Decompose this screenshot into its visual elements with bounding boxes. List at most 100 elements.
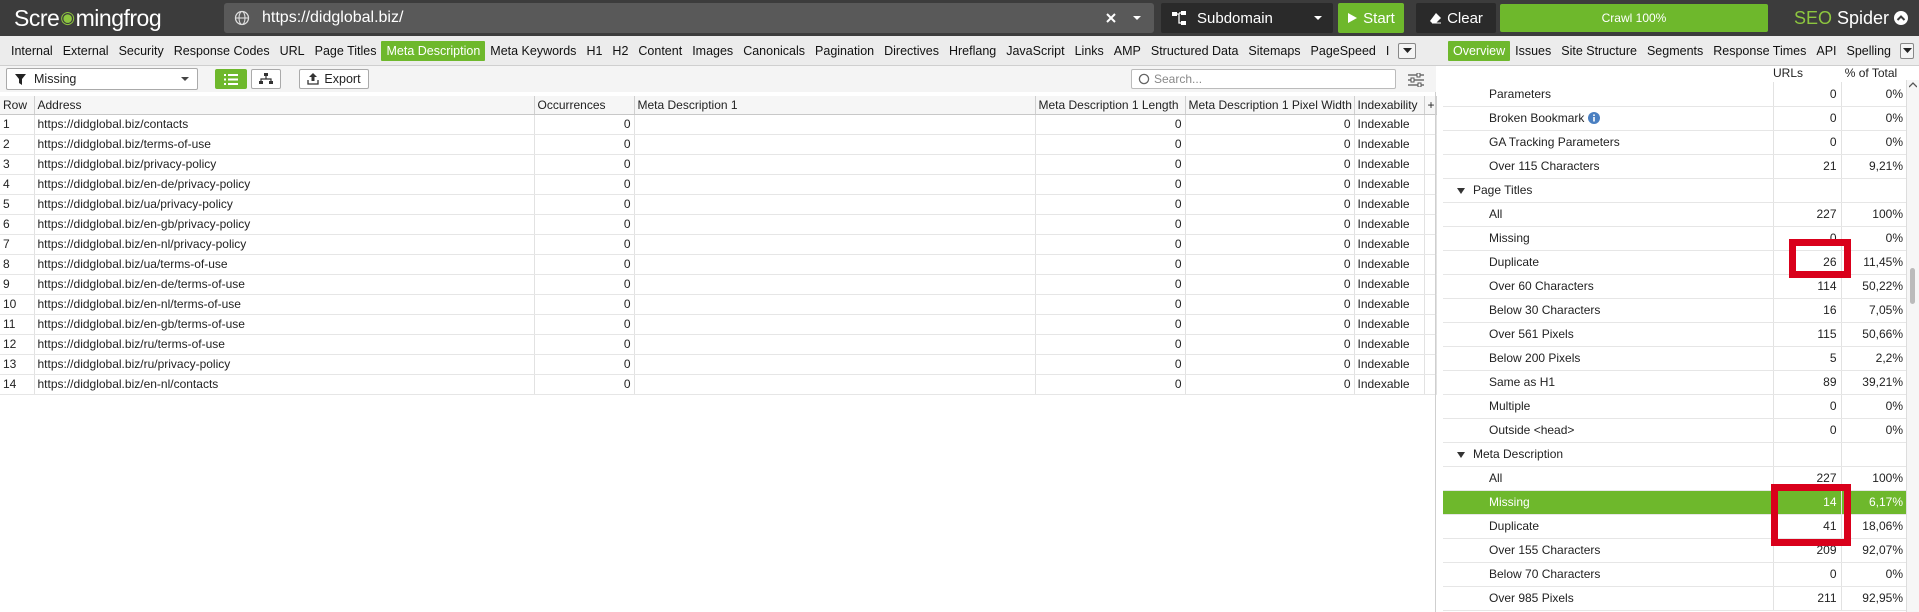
overview-item[interactable]: Broken Bookmark 0 0%	[1443, 106, 1906, 131]
overview-section-meta-description[interactable]: Meta Description	[1443, 442, 1906, 467]
tab-javascript[interactable]: JavaScript	[1001, 41, 1069, 61]
table-row[interactable]: 2 https://didglobal.biz/terms-of-use 0 0 0 In…	[0, 134, 1437, 155]
overview-item[interactable]: Over 115 Characters 21 9,21%	[1443, 154, 1906, 179]
table-row[interactable]: 12 https://didglobal.biz/ru/terms-of-use 0…	[0, 334, 1437, 355]
tabs-overflow-button[interactable]	[1398, 43, 1417, 59]
overview-item[interactable]: GA Tracking Parameters 0 0%	[1443, 130, 1906, 155]
table-row[interactable]: 9 https://didglobal.biz/en-de/terms-of-us…	[0, 274, 1437, 295]
overview-item[interactable]: Below 200 Pixels 5 2,2%	[1443, 346, 1906, 371]
url-bar[interactable]: https://didglobal.biz/	[224, 3, 1154, 33]
side-tab-spelling[interactable]: Spelling	[1842, 41, 1896, 61]
tab-links[interactable]: Links	[1070, 41, 1109, 61]
tab-content[interactable]: Content	[633, 41, 687, 61]
tab-amp[interactable]: AMP	[1109, 41, 1146, 61]
clear-url-icon[interactable]	[1104, 11, 1118, 25]
table-row[interactable]: 11 https://didglobal.biz/en-gb/terms-of-u…	[0, 314, 1437, 335]
column-header-occurrences[interactable]: Occurrences	[534, 96, 635, 115]
side-tab-overview[interactable]: Overview	[1448, 41, 1511, 61]
clear-button[interactable]: Clear	[1416, 3, 1496, 33]
tab-hreflang[interactable]: Hreflang	[944, 41, 1001, 61]
scroll-thumb[interactable]	[1910, 268, 1915, 304]
tab-directives[interactable]: Directives	[879, 41, 944, 61]
tab-sitemaps[interactable]: Sitemaps	[1243, 41, 1305, 61]
table-row[interactable]: 6 https://didglobal.biz/en-gb/privacy-pol…	[0, 214, 1437, 235]
tab-pagination[interactable]: Pagination	[810, 41, 879, 61]
tab-internal[interactable]: Internal	[6, 41, 58, 61]
urls-column-header[interactable]: URLs	[1773, 66, 1819, 80]
overview-item[interactable]: All 227 100%	[1443, 202, 1906, 227]
table-row[interactable]: 14 https://didglobal.biz/en-nl/contacts 0 0…	[0, 374, 1437, 395]
tab-url[interactable]: URL	[275, 41, 310, 61]
tab-page-titles[interactable]: Page Titles	[310, 41, 382, 61]
url-history-dropdown-icon[interactable]	[1132, 14, 1142, 22]
tab-external[interactable]: External	[58, 41, 114, 61]
table-row[interactable]: 7 https://didglobal.biz/en-nl/privacy-pol…	[0, 234, 1437, 255]
export-button[interactable]: Export	[299, 69, 369, 89]
column-header-meta-description-1[interactable]: Meta Description 1	[634, 96, 1036, 115]
tab-canonicals[interactable]: Canonicals	[738, 41, 810, 61]
search-input[interactable]	[1154, 72, 1395, 86]
tab-meta-description[interactable]: Meta Description	[381, 41, 486, 61]
side-tab-segments[interactable]: Segments	[1642, 41, 1708, 61]
filter-settings-icon[interactable]	[1408, 73, 1424, 87]
expand-caret-icon[interactable]	[1457, 451, 1465, 458]
scroll-up-icon[interactable]	[1909, 82, 1917, 88]
cell-address: https://didglobal.biz/en-de/terms-of-use	[34, 274, 535, 295]
tree-view-button[interactable]	[251, 69, 281, 89]
overview-item[interactable]: Multiple 0 0%	[1443, 394, 1906, 419]
crawl-mode-select[interactable]: Subdomain	[1161, 3, 1333, 33]
table-row[interactable]: 8 https://didglobal.biz/ua/terms-of-use 0 0…	[0, 254, 1437, 275]
tab-structured-data[interactable]: Structured Data	[1146, 41, 1244, 61]
table-row[interactable]: 5 https://didglobal.biz/ua/privacy-policy…	[0, 194, 1437, 215]
overview-item[interactable]: Over 561 Pixels 115 50,66%	[1443, 322, 1906, 347]
list-view-button[interactable]	[215, 69, 247, 89]
pct-column-header[interactable]: % of Total	[1836, 66, 1906, 80]
info-icon[interactable]	[1588, 112, 1601, 124]
cell-meta-description-1	[634, 254, 1036, 275]
column-header-row[interactable]: Row	[0, 96, 35, 115]
tab-h1[interactable]: H1	[581, 41, 607, 61]
pane-splitter[interactable]	[1435, 92, 1436, 612]
overview-item-percent: 100%	[1841, 202, 1906, 227]
filter-select[interactable]: Missing	[6, 68, 198, 90]
item-name: Over 985 Pixels	[1489, 591, 1574, 605]
column-header-indexability[interactable]: Indexability	[1354, 96, 1425, 115]
tab-security[interactable]: Security	[114, 41, 169, 61]
url-text[interactable]: https://didglobal.biz/	[262, 9, 1104, 27]
tab-response-codes[interactable]: Response Codes	[169, 41, 275, 61]
overview-item[interactable]: Below 30 Characters 16 7,05%	[1443, 298, 1906, 323]
tab-meta-keywords[interactable]: Meta Keywords	[485, 41, 581, 61]
overview-item[interactable]: Same as H1 89 39,21%	[1443, 370, 1906, 395]
overview-item[interactable]: Parameters 0 0%	[1443, 82, 1906, 107]
cell-meta-description-1-pixel-width: 0	[1185, 154, 1355, 175]
table-row[interactable]: 3 https://didglobal.biz/privacy-policy 0 0 0…	[0, 154, 1437, 175]
overview-section-page-titles[interactable]: Page Titles	[1443, 178, 1906, 203]
tab-pagespeed[interactable]: PageSpeed	[1306, 41, 1381, 61]
overview-item[interactable]: Over 985 Pixels 211 92,95%	[1443, 586, 1906, 611]
tab-i[interactable]: I	[1381, 41, 1394, 61]
table-row[interactable]: 1 https://didglobal.biz/contacts 0 0 0 Indexa…	[0, 114, 1437, 135]
start-button[interactable]: Start	[1338, 3, 1404, 33]
tab-h2[interactable]: H2	[607, 41, 633, 61]
list-view-icon	[224, 73, 238, 85]
expand-caret-icon[interactable]	[1457, 187, 1465, 194]
side-tab-site-structure[interactable]: Site Structure	[1556, 41, 1642, 61]
side-tab-issues[interactable]: Issues	[1510, 41, 1556, 61]
tab-images[interactable]: Images	[687, 41, 738, 61]
table-row[interactable]: 10 https://didglobal.biz/en-nl/terms-of-u…	[0, 294, 1437, 315]
overview-item[interactable]: Outside <head> 0 0%	[1443, 418, 1906, 443]
collapse-icon[interactable]	[1893, 10, 1909, 26]
overview-scrollbar[interactable]	[1906, 80, 1919, 612]
column-header-address[interactable]: Address	[34, 96, 535, 115]
column-header-meta-description-1-length[interactable]: Meta Description 1 Length	[1035, 96, 1186, 115]
overview-item[interactable]: Below 70 Characters 0 0%	[1443, 562, 1906, 587]
cell-meta-description-1	[634, 314, 1036, 335]
table-row[interactable]: 4 https://didglobal.biz/en-de/privacy-pol…	[0, 174, 1437, 195]
column-header-meta-description-1-pixel-width[interactable]: Meta Description 1 Pixel Width	[1185, 96, 1355, 115]
side-tabs-overflow-button[interactable]	[1900, 43, 1914, 59]
cell-occurrences: 0	[534, 374, 635, 395]
side-tab-api[interactable]: API	[1811, 41, 1841, 61]
side-tab-response-times[interactable]: Response Times	[1708, 41, 1811, 61]
table-row[interactable]: 13 https://didglobal.biz/ru/privacy-polic…	[0, 354, 1437, 375]
search-box[interactable]	[1131, 69, 1396, 89]
